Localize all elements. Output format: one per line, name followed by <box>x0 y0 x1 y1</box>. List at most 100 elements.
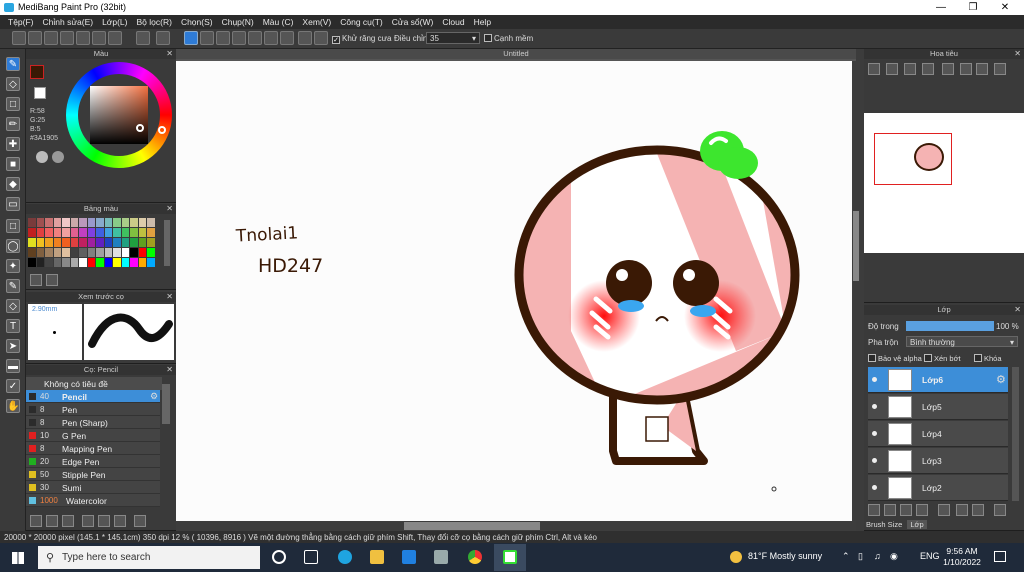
palette-swatch[interactable] <box>87 218 95 227</box>
gradient-tool-icon[interactable]: ▭ <box>6 197 20 211</box>
panel-icon[interactable] <box>76 31 90 45</box>
menu-edit[interactable]: Chỉnh sửa(E) <box>39 15 99 29</box>
antialias-checkbox[interactable]: ✓ <box>332 36 340 44</box>
palette-swatch[interactable] <box>36 258 44 267</box>
palette-swatch[interactable] <box>53 228 61 237</box>
opacity-slider[interactable] <box>906 321 994 331</box>
adjust-input[interactable]: 35 ▾ <box>426 32 480 44</box>
layer-menu-icon[interactable] <box>916 504 928 516</box>
lasso-tool-icon[interactable]: ◯ <box>6 239 20 253</box>
maximize-button[interactable]: ❐ <box>958 0 988 15</box>
brush-item-pencil[interactable]: 40 Pencil ⚙ <box>26 390 160 403</box>
menu-tools[interactable]: Công cụ(T) <box>336 15 388 29</box>
zoom-out-icon[interactable] <box>886 63 898 75</box>
palette-swatch[interactable] <box>121 258 129 267</box>
palette-swatch[interactable] <box>45 248 53 257</box>
hand-tool-icon[interactable]: ✋ <box>6 399 20 413</box>
layer-row-5[interactable]: Lớp5 <box>868 394 1008 420</box>
palette-swatch[interactable] <box>113 258 121 267</box>
eye-icon[interactable] <box>872 485 877 490</box>
soft-edge-toggle[interactable]: Cạnh mềm <box>484 34 533 43</box>
palette-swatch[interactable] <box>53 248 61 257</box>
palette-swatch[interactable] <box>79 248 87 257</box>
bucket-tool-icon[interactable]: ◆ <box>6 177 20 191</box>
palette-swatch[interactable] <box>130 218 138 227</box>
file-explorer-icon[interactable] <box>370 550 384 564</box>
menu-color[interactable]: Màu (C) <box>259 15 299 29</box>
palette-swatch[interactable] <box>70 248 78 257</box>
palette-swatch[interactable] <box>121 248 129 257</box>
palette-swatch[interactable] <box>113 248 121 257</box>
rotate-left-icon[interactable] <box>976 63 988 75</box>
cloud-icon[interactable] <box>12 31 26 45</box>
weather-text[interactable]: 81°F Mostly sunny <box>748 551 822 561</box>
menu-help[interactable]: Help <box>470 15 496 29</box>
palette-grid[interactable] <box>28 218 156 272</box>
snap-parallel-icon[interactable] <box>200 31 214 45</box>
minimize-button[interactable]: — <box>926 0 956 15</box>
color-hsv-mode-icon[interactable] <box>52 151 64 163</box>
snap-radial-icon[interactable] <box>232 31 246 45</box>
brush-item-mapping-pen[interactable]: 8 Mapping Pen <box>26 442 160 455</box>
task-view-icon[interactable] <box>304 550 318 564</box>
gear-icon[interactable]: ⚙ <box>996 373 1006 386</box>
menu-select[interactable]: Chọn(S) <box>177 15 218 29</box>
antialias-toggle[interactable]: ✓ Khử răng cưa <box>332 34 391 44</box>
zoom-reset-icon[interactable] <box>922 63 934 75</box>
layer-row-3[interactable]: Lớp3 <box>868 448 1008 474</box>
palette-swatch[interactable] <box>79 258 87 267</box>
close-icon[interactable]: ✕ <box>166 365 173 374</box>
snap-grid-icon[interactable] <box>216 31 230 45</box>
palette-swatch[interactable] <box>130 258 138 267</box>
palette-swatch[interactable] <box>96 258 104 267</box>
close-button[interactable]: ✕ <box>990 0 1020 15</box>
color-wheel[interactable] <box>66 62 172 168</box>
fit-icon[interactable] <box>904 63 916 75</box>
palette-swatch[interactable] <box>138 248 146 257</box>
chrome-icon[interactable] <box>468 550 482 564</box>
taskbar-search[interactable]: ⚲ Type here to search <box>38 546 260 569</box>
palette-swatch[interactable] <box>113 218 121 227</box>
clock[interactable]: 9:56 AM 1/10/2022 <box>942 546 982 568</box>
brush-file-icon[interactable] <box>82 515 94 527</box>
palette-swatch[interactable] <box>45 258 53 267</box>
palette-swatch[interactable] <box>113 228 121 237</box>
palette-swatch[interactable] <box>87 248 95 257</box>
folder-icon[interactable] <box>98 515 110 527</box>
mail-icon[interactable] <box>402 550 416 564</box>
horizontal-scrollbar[interactable] <box>176 521 856 531</box>
palette-swatch[interactable] <box>138 258 146 267</box>
fill-rect-tool-icon[interactable]: ■ <box>6 157 20 171</box>
layer-row-6[interactable]: Lớp6 ⚙ <box>868 367 1008 393</box>
clipping-checkbox[interactable] <box>924 354 932 362</box>
palette-swatch[interactable] <box>28 258 36 267</box>
palette-swatch[interactable] <box>96 238 104 247</box>
palette-swatch[interactable] <box>70 238 78 247</box>
brush-tool-icon[interactable]: ✎ <box>6 57 20 71</box>
palette-swatch[interactable] <box>147 258 155 267</box>
clipping-toggle[interactable]: Xén bớt <box>924 354 961 363</box>
layers-scrollbar[interactable] <box>1012 367 1019 501</box>
eyedropper-icon[interactable]: ✓ <box>6 379 20 393</box>
palette-swatch[interactable] <box>121 238 129 247</box>
palette-swatch[interactable] <box>36 248 44 257</box>
brush-item-stipple-pen[interactable]: 50 Stipple Pen <box>26 468 160 481</box>
operation-tool-icon[interactable]: ➤ <box>6 339 20 353</box>
palette-swatch[interactable] <box>36 218 44 227</box>
palette-swatch[interactable] <box>45 218 53 227</box>
palette-swatch[interactable] <box>87 258 95 267</box>
brush-group-header[interactable]: Không có tiêu đề <box>26 377 162 390</box>
brush-item-edge-pen[interactable]: 20 Edge Pen <box>26 455 160 468</box>
palette-swatch[interactable] <box>113 238 121 247</box>
palette-swatch[interactable] <box>138 218 146 227</box>
palette-swatch[interactable] <box>45 238 53 247</box>
palette-swatch[interactable] <box>62 238 70 247</box>
menu-snap[interactable]: Chụp(N) <box>218 15 259 29</box>
palette-swatch[interactable] <box>130 238 138 247</box>
add-brush-icon[interactable] <box>30 515 42 527</box>
add-palette-icon[interactable] <box>30 274 42 286</box>
duplicate-icon[interactable] <box>956 504 968 516</box>
palette-swatch[interactable] <box>36 238 44 247</box>
menu-layer[interactable]: Lớp(L) <box>98 15 132 29</box>
snap-circle-icon[interactable] <box>248 31 262 45</box>
